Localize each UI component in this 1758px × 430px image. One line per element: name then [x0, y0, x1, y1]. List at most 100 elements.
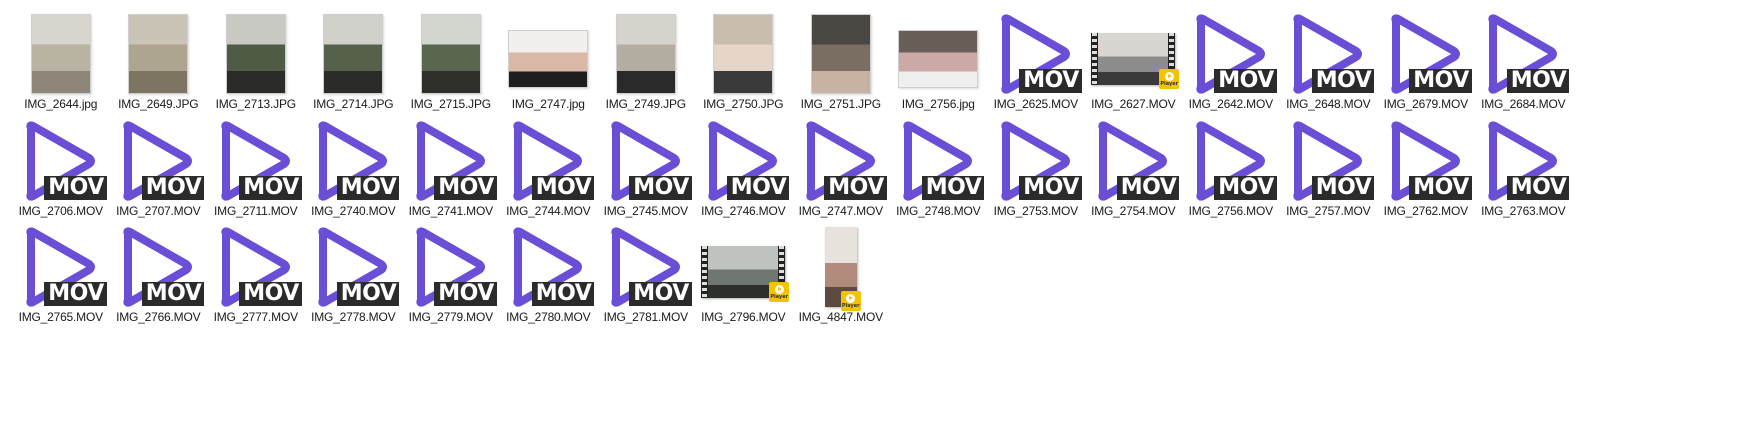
file-item[interactable]: IMG_2644.jpg [12, 8, 110, 115]
file-name-label: IMG_2746.MOV [701, 203, 786, 218]
file-name-label: IMG_2781.MOV [603, 310, 689, 324]
mov-file-icon: MOV [212, 118, 302, 204]
file-name-label: IMG_2627.MOV [1091, 97, 1176, 111]
file-thumbnail: MOV [1280, 119, 1378, 203]
file-item[interactable]: MOV IMG_2684.MOV [1475, 8, 1573, 115]
file-item[interactable]: MOV IMG_2642.MOV [1182, 8, 1280, 115]
file-thumbnail: MOV [1377, 119, 1475, 203]
file-item[interactable]: Player IMG_2796.MOV [695, 221, 793, 328]
file-item[interactable]: MOV IMG_2707.MOV [110, 115, 208, 222]
mov-format-badge: MOV [1019, 175, 1082, 200]
photo-thumbnail [128, 14, 189, 94]
mov-format-badge: MOV [336, 282, 400, 306]
file-thumbnail: MOV [597, 225, 695, 309]
file-item[interactable]: IMG_2750.JPG [695, 8, 793, 115]
file-item[interactable]: MOV IMG_2745.MOV [597, 115, 695, 222]
mov-file-icon: MOV [17, 224, 107, 310]
mov-format-badge: MOV [1214, 69, 1277, 93]
file-item[interactable]: MOV IMG_2777.MOV [207, 221, 305, 328]
play-circle-icon [846, 293, 856, 303]
file-name-label: IMG_2714.JPG [313, 97, 394, 111]
file-thumbnail: MOV [305, 119, 403, 203]
file-item[interactable]: MOV IMG_2741.MOV [402, 115, 500, 222]
file-name-label: IMG_2778.MOV [311, 310, 396, 324]
file-name-label: IMG_2748.MOV [896, 203, 981, 218]
file-item[interactable]: Player IMG_4847.MOV [792, 221, 890, 328]
file-thumbnail: MOV [1475, 119, 1573, 203]
file-item[interactable]: MOV IMG_2778.MOV [305, 221, 403, 328]
file-thumbnail: MOV [987, 12, 1085, 96]
file-item[interactable]: MOV IMG_2756.MOV [1182, 115, 1280, 222]
photo-thumbnail [323, 14, 384, 94]
mov-format-badge: MOV [434, 282, 497, 306]
mov-file-icon: MOV [1382, 11, 1472, 97]
file-name-label: IMG_2713.JPG [215, 97, 297, 111]
file-item[interactable]: MOV IMG_2679.MOV [1377, 8, 1475, 115]
video-thumbnail: Player [824, 227, 861, 311]
file-name-label: IMG_2649.JPG [118, 97, 199, 111]
mov-file-icon: MOV [992, 118, 1082, 204]
photo-thumbnail [225, 14, 286, 94]
file-item[interactable]: MOV IMG_2746.MOV [695, 115, 793, 222]
file-name-label: IMG_2750.JPG [703, 97, 784, 111]
file-item[interactable]: MOV IMG_2747.MOV [792, 115, 890, 222]
file-thumbnail [500, 12, 598, 96]
file-item[interactable]: MOV IMG_2754.MOV [1085, 115, 1183, 222]
file-item[interactable]: MOV IMG_2762.MOV [1377, 115, 1475, 222]
file-item[interactable]: MOV IMG_2753.MOV [987, 115, 1085, 222]
file-item[interactable]: IMG_2715.JPG [402, 8, 500, 115]
file-item[interactable]: IMG_2751.JPG [792, 8, 890, 115]
file-item[interactable]: MOV IMG_2780.MOV [500, 221, 598, 328]
mov-format-badge: MOV [726, 175, 790, 200]
file-thumbnail: MOV [1182, 119, 1280, 203]
file-name-label: IMG_2715.JPG [410, 97, 492, 111]
file-thumbnail: Player [695, 225, 793, 309]
file-name-label: IMG_2763.MOV [1481, 203, 1566, 218]
file-item[interactable]: IMG_2747.jpg [500, 8, 598, 115]
file-item[interactable]: MOV IMG_2757.MOV [1280, 115, 1378, 222]
mov-format-badge: MOV [1506, 69, 1570, 93]
file-item[interactable]: MOV IMG_2766.MOV [110, 221, 208, 328]
file-item[interactable]: MOV IMG_2625.MOV [987, 8, 1085, 115]
file-name-label: IMG_2740.MOV [311, 203, 396, 218]
file-thumbnail: MOV [597, 119, 695, 203]
file-thumbnail [597, 12, 695, 96]
mov-file-icon: MOV [1284, 11, 1375, 97]
file-item[interactable]: MOV IMG_2711.MOV [207, 115, 305, 222]
photo-thumbnail [713, 14, 774, 94]
file-item[interactable]: Player IMG_2627.MOV [1085, 8, 1183, 115]
file-item[interactable]: IMG_2649.JPG [110, 8, 208, 115]
mov-format-badge: MOV [531, 282, 595, 306]
file-thumbnail: MOV [207, 119, 305, 203]
file-item[interactable]: MOV IMG_2779.MOV [402, 221, 500, 328]
file-thumbnail: MOV [1280, 12, 1378, 96]
file-name-label: IMG_2780.MOV [506, 310, 591, 324]
file-name-label: IMG_2745.MOV [603, 203, 689, 218]
photo-thumbnail [508, 30, 589, 88]
mov-format-badge: MOV [44, 282, 107, 306]
file-thumbnail: MOV [402, 119, 500, 203]
file-item[interactable]: MOV IMG_2765.MOV [12, 221, 110, 328]
file-item[interactable]: MOV IMG_2748.MOV [890, 115, 988, 222]
file-item[interactable]: MOV IMG_2744.MOV [500, 115, 598, 222]
file-item[interactable]: IMG_2713.JPG [207, 8, 305, 115]
file-thumbnail: MOV [987, 119, 1085, 203]
file-thumbnail [402, 12, 500, 96]
file-item[interactable]: IMG_2714.JPG [305, 8, 403, 115]
file-item[interactable]: MOV IMG_2706.MOV [12, 115, 110, 222]
file-thumbnail: MOV [305, 225, 403, 309]
file-item[interactable]: MOV IMG_2648.MOV [1280, 8, 1378, 115]
mov-format-badge: MOV [824, 175, 887, 200]
video-thumbnail: Player [701, 236, 790, 302]
player-badge-label: Player [1160, 80, 1179, 87]
file-item[interactable]: MOV IMG_2781.MOV [597, 221, 695, 328]
file-name-label: IMG_2756.jpg [901, 97, 975, 111]
file-thumbnail [695, 12, 793, 96]
file-item[interactable]: IMG_2756.jpg [890, 8, 988, 115]
file-item[interactable]: IMG_2749.JPG [597, 8, 695, 115]
mov-file-icon: MOV [1187, 118, 1277, 204]
file-name-label: IMG_2749.JPG [605, 97, 687, 111]
file-item[interactable]: MOV IMG_2763.MOV [1475, 115, 1573, 222]
file-item[interactable]: MOV IMG_2740.MOV [305, 115, 403, 222]
file-name-label: IMG_2766.MOV [116, 310, 201, 324]
